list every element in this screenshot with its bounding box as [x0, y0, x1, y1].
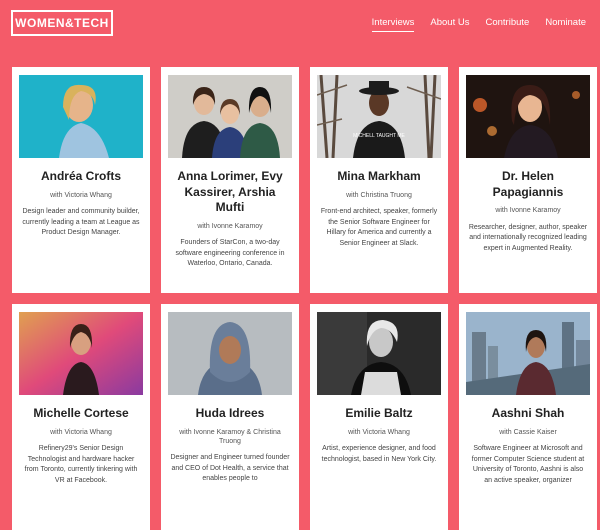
shirt-text: MICHELL TAUGHT ME	[353, 133, 405, 139]
interviewer: with Ivonne Karamoy & Christina Truong	[179, 428, 281, 446]
interview-card[interactable]: Anna Lorimer, Evy Kassirer, Arshia Mufti…	[161, 67, 299, 293]
portrait-photo[interactable]: MICHELL TAUGHT ME	[317, 75, 441, 158]
interviewer: with Victoria Whang	[50, 191, 112, 199]
brand-logo[interactable]: WOMEN&TECH	[11, 10, 113, 36]
interviewer: with Ivonne Karamoy	[197, 222, 263, 230]
interviewer: with Ivonne Karamoy	[495, 207, 561, 215]
portrait-photo[interactable]	[168, 312, 292, 395]
portrait-photo[interactable]	[466, 312, 590, 395]
person-bio: Front-end architect, speaker, formerly t…	[320, 208, 438, 247]
person-name[interactable]: Emilie Baltz	[319, 406, 439, 422]
interviewer: with Christina Truong	[346, 191, 412, 199]
nav-contribute[interactable]: Contribute	[485, 17, 529, 32]
interviewer: with Cassie Kaiser	[499, 428, 557, 436]
portrait-photo[interactable]	[317, 312, 441, 395]
person-name[interactable]: Aashni Shah	[468, 406, 588, 422]
interview-card[interactable]: Michelle Cortese with Victoria Whang Ref…	[12, 304, 150, 530]
nav-about-us[interactable]: About Us	[430, 17, 469, 32]
interview-card[interactable]: MICHELL TAUGHT ME Mina Markham with Chri…	[310, 67, 448, 293]
person-bio: Founders of StarCon, a two-day software …	[175, 239, 285, 268]
nav-interviews[interactable]: Interviews	[371, 17, 415, 32]
person-name[interactable]: Andréa Crofts	[21, 169, 141, 185]
person-name[interactable]: Michelle Cortese	[21, 406, 141, 422]
portrait-photo[interactable]	[466, 75, 590, 158]
interview-card[interactable]: Emilie Baltz with Victoria Whang Artist,…	[310, 304, 448, 530]
portrait-photo[interactable]	[19, 75, 143, 158]
nav-nominate[interactable]: Nominate	[545, 17, 586, 32]
main-nav: Interviews About Us Contribute Nominate	[371, 17, 586, 32]
group-photo[interactable]	[168, 75, 292, 158]
interviewer: with Victoria Whang	[50, 428, 112, 436]
person-bio: Software Engineer at Microsoft and forme…	[471, 445, 585, 484]
portrait-photo[interactable]	[19, 312, 143, 395]
person-bio: Design leader and community builder, cur…	[22, 208, 140, 237]
person-name[interactable]: Huda Idrees	[170, 406, 290, 422]
interview-card[interactable]: Dr. Helen Papagiannis with Ivonne Karamo…	[459, 67, 597, 293]
interview-card[interactable]: Aashni Shah with Cassie Kaiser Software …	[459, 304, 597, 530]
interviewer: with Victoria Whang	[348, 428, 410, 436]
person-name[interactable]: Anna Lorimer, Evy Kassirer, Arshia Mufti	[170, 169, 290, 216]
person-name[interactable]: Dr. Helen Papagiannis	[468, 169, 588, 200]
person-bio: Researcher, designer, author, speaker an…	[468, 223, 588, 252]
person-bio: Designer and Engineer turned founder and…	[170, 454, 290, 483]
person-bio: Artist, experience designer, and food te…	[321, 445, 437, 463]
person-bio: Refinery29's Senior Design Technologist …	[24, 445, 138, 484]
interview-card[interactable]: Andréa Crofts with Victoria Whang Design…	[12, 67, 150, 293]
interview-card[interactable]: Huda Idrees with Ivonne Karamoy & Christ…	[161, 304, 299, 530]
person-name[interactable]: Mina Markham	[319, 169, 439, 185]
interview-grid: Andréa Crofts with Victoria Whang Design…	[12, 67, 597, 530]
